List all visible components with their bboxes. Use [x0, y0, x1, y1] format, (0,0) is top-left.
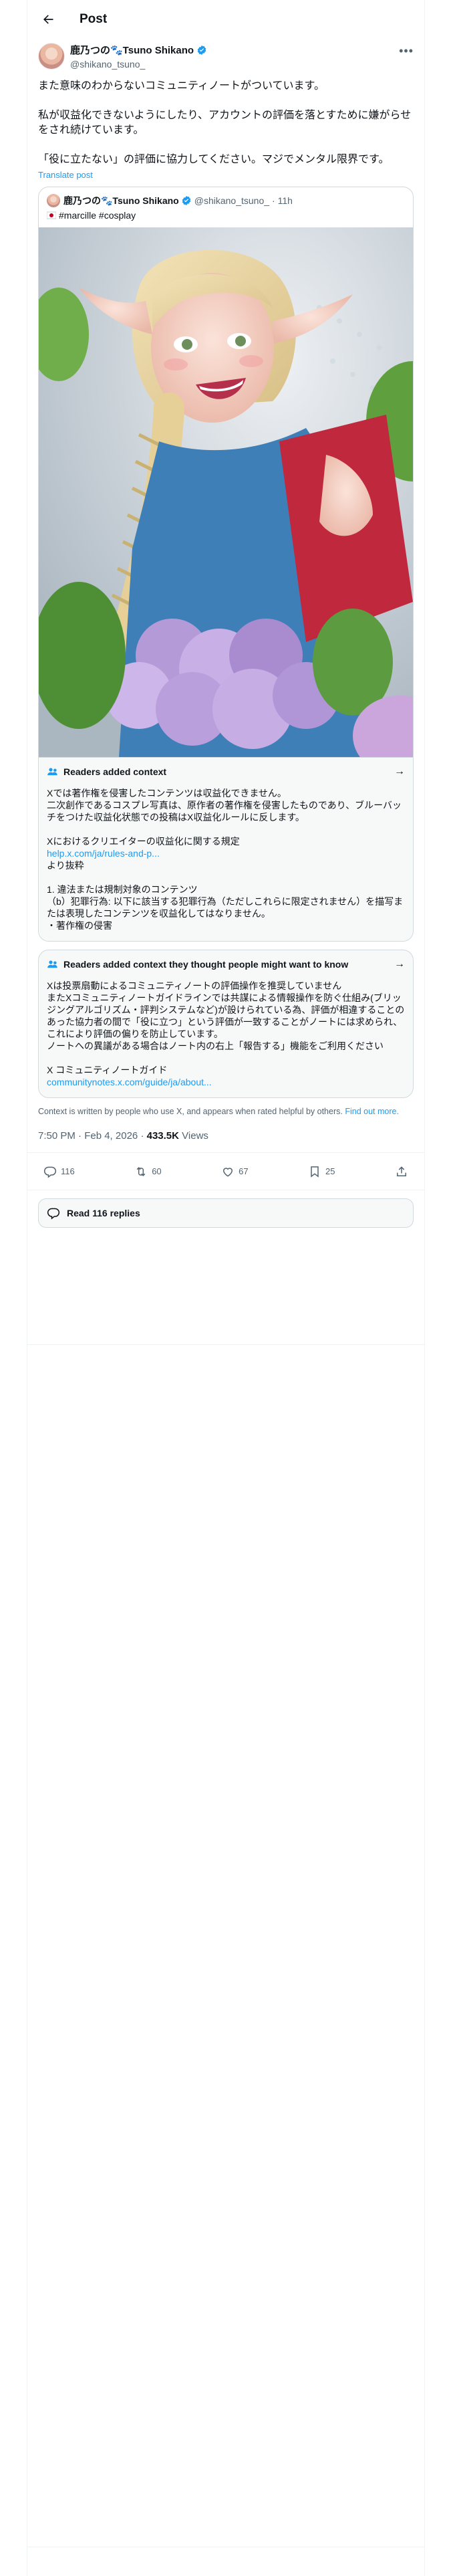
divider	[27, 1344, 424, 1345]
bookmark-count: 25	[325, 1166, 335, 1176]
note-title-row: Readers added context they thought peopl…	[47, 958, 405, 970]
post-author: 鹿乃つの🐾Tsuno Shikano @shikano_tsuno_ •••	[27, 39, 424, 70]
note-line: ノートへの異議がある場合はノート内の右上「報告する」機能をご利用ください	[47, 1041, 384, 1051]
post-actions: 116 60 67 25	[27, 1153, 424, 1190]
quoted-post[interactable]: 鹿乃つの🐾Tsuno Shikano @shikano_tsuno_ · 11h…	[38, 187, 414, 942]
main-column: Post 鹿乃つの🐾Tsuno Shikano @shikano_tsuno_ …	[27, 0, 425, 2576]
reply-count: 116	[61, 1166, 75, 1176]
context-footer-text: Context is written by people who use X, …	[38, 1107, 343, 1116]
note-line: 1. 違法または規制対象のコンテンツ	[47, 884, 198, 895]
views-count: 433.5K	[146, 1130, 179, 1142]
verified-badge-icon	[182, 196, 191, 205]
find-out-more-link[interactable]: Find out more.	[345, 1107, 399, 1116]
verified-badge-icon	[197, 45, 206, 55]
share-icon	[396, 1166, 406, 1176]
meta-separator: ·	[140, 1130, 144, 1142]
quote-author-handle: @shikano_tsuno_	[194, 195, 270, 206]
back-arrow-icon	[43, 15, 53, 24]
read-replies-label: Read 116 replies	[67, 1208, 140, 1218]
author-meta: 鹿乃つの🐾Tsuno Shikano @shikano_tsuno_	[70, 43, 207, 70]
translate-post-link[interactable]: Translate post	[27, 167, 424, 180]
quote-author-name: 鹿乃つの🐾Tsuno Shikano	[63, 195, 179, 206]
like-count: 67	[239, 1166, 249, 1176]
note-line: Xは投票扇動によるコミュニティノートの評価操作を推奨していません	[47, 980, 342, 991]
quote-photo[interactable]	[39, 227, 413, 757]
post-paragraph: また意味のわからないコミュニティノートがついています。	[38, 80, 325, 92]
quote-text-row: #marcille #cosplay	[39, 207, 413, 227]
more-icon[interactable]: •••	[399, 44, 414, 58]
note-line: またXコミュニティノートガイドラインでは共謀による情報操作を防ぐ仕組み(ブリッジ…	[47, 992, 405, 1039]
note-body: Xでは著作権を侵害したコンテンツは収益化できません。 二次創作であるコスプレ写真…	[47, 787, 405, 932]
page-title: Post	[80, 12, 108, 26]
quote-avatar	[47, 194, 60, 207]
author-name[interactable]: 鹿乃つの🐾Tsuno Shikano	[70, 43, 194, 57]
post-paragraph: 私が収益化できないようにしたり、アカウントの評価を落とすために嫌がらせをされ続け…	[38, 110, 412, 136]
quote-time: · 11h	[272, 195, 293, 206]
back-button[interactable]	[37, 8, 59, 31]
context-footer: Context is written by people who use X, …	[27, 1098, 424, 1117]
people-icon	[47, 960, 57, 968]
author-name-line: 鹿乃つの🐾Tsuno Shikano	[70, 43, 207, 57]
reply-button[interactable]: 116	[43, 1165, 75, 1178]
arrow-right-icon[interactable]: →	[394, 958, 405, 970]
page-header: Post	[27, 0, 424, 39]
post-meta: 7:50 PM · Feb 4, 2026 · 433.5K Views	[27, 1117, 424, 1153]
japan-flag-icon	[47, 211, 56, 219]
people-icon	[47, 768, 57, 776]
note-title-row: Readers added context →	[47, 766, 405, 778]
post-paragraph: 「役に立たない」の評価に協力してください。マジでメンタル限界です。	[38, 154, 390, 165]
note-link[interactable]: help.x.com/ja/rules-and-p...	[47, 847, 405, 859]
community-note-secondary[interactable]: Readers added context they thought peopl…	[38, 950, 414, 1098]
bookmark-button[interactable]: 25	[308, 1165, 335, 1178]
like-icon	[223, 1167, 233, 1177]
note-body: Xは投票扇動によるコミュニティノートの評価操作を推奨していません またXコミュニ…	[47, 980, 405, 1088]
speech-bubble-icon	[47, 1208, 60, 1220]
read-replies-button[interactable]: Read 116 replies	[38, 1198, 414, 1228]
repost-icon	[136, 1166, 146, 1176]
cosplay-photo-image	[39, 227, 413, 757]
post-text: また意味のわからないコミュニティノートがついています。 私が収益化できないように…	[27, 70, 424, 167]
quote-header: 鹿乃つの🐾Tsuno Shikano @shikano_tsuno_ · 11h	[39, 187, 413, 207]
arrow-right-icon[interactable]: →	[394, 766, 405, 778]
note-line: Xにおけるクリエイターの収益化に関する規定	[47, 836, 240, 847]
note-line: （b）犯罪行為: 以下に該当する犯罪行為（ただしこれらに限定されません）を描写ま…	[47, 896, 404, 919]
views-label: Views	[182, 1130, 208, 1142]
reply-icon	[43, 1166, 57, 1178]
quote-text: #marcille #cosplay	[59, 210, 136, 221]
post-time[interactable]: 7:50 PM · Feb 4, 2026	[38, 1130, 138, 1142]
author-handle[interactable]: @shikano_tsuno_	[70, 59, 207, 70]
avatar[interactable]	[38, 43, 65, 70]
note-line: ・著作権の侵害	[47, 920, 112, 931]
bookmark-icon	[311, 1166, 319, 1178]
share-button[interactable]	[395, 1165, 408, 1178]
like-button[interactable]: 67	[221, 1165, 249, 1178]
note-line: より抜粋	[47, 860, 84, 871]
note-title: Readers added context they thought peopl…	[63, 959, 349, 970]
repost-count: 60	[152, 1166, 162, 1176]
note-title: Readers added context	[63, 766, 167, 777]
note-line: Xでは著作権を侵害したコンテンツは収益化できません。	[47, 788, 287, 798]
repost-button[interactable]: 60	[134, 1165, 162, 1178]
community-note[interactable]: Readers added context → Xでは著作権を侵害したコンテンツ…	[39, 757, 413, 941]
note-line: 二次創作であるコスプレ写真は、原作者の著作権を侵害したものであり、ブルーバッチを…	[47, 800, 402, 823]
note-link[interactable]: communitynotes.x.com/guide/ja/about...	[47, 1076, 405, 1088]
note-line: X コミュニティノートガイド	[47, 1065, 168, 1075]
